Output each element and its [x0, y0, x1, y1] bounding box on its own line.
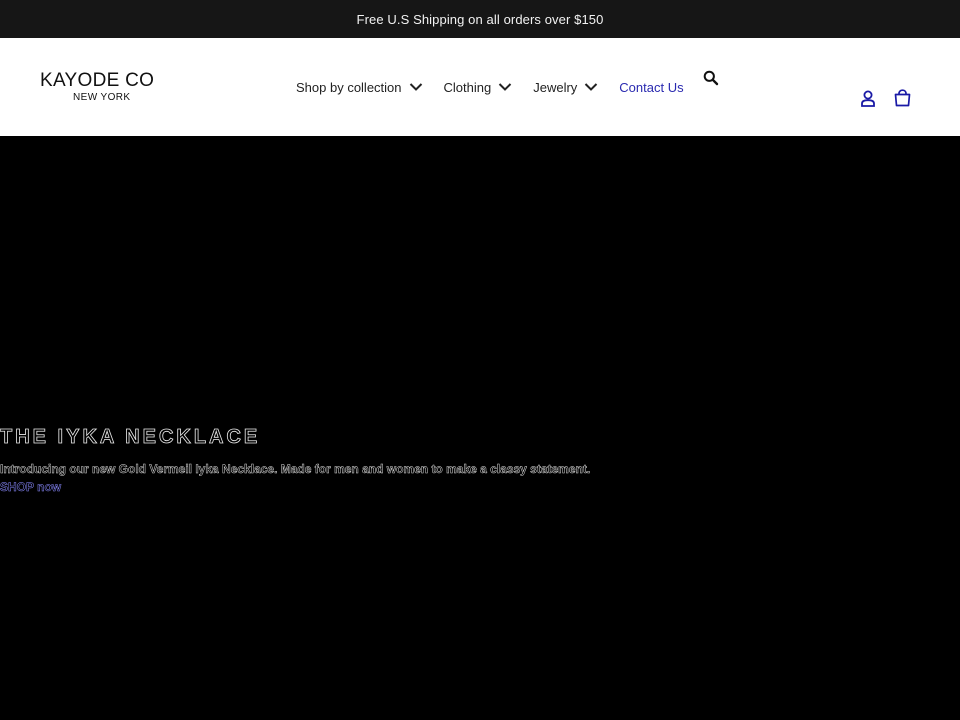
- search-button[interactable]: [703, 70, 719, 86]
- nav-item-label: Jewelry: [533, 79, 578, 95]
- announcement-bar: Free U.S Shipping on all orders over $15…: [0, 0, 960, 38]
- site-header: KAYODE CO NEW YORK Shop by collection Cl…: [0, 38, 960, 136]
- hero-title: THE IYKA NECKLACE: [0, 426, 261, 449]
- hero-banner: THE IYKA NECKLACE Introducing our new Go…: [0, 136, 960, 720]
- shop-now-link[interactable]: SHOP now: [0, 480, 61, 495]
- nav-item-label: Clothing: [443, 79, 492, 95]
- main-nav: Shop by collection Clothing Jewelry Cont…: [296, 78, 684, 96]
- nav-item-jewelry[interactable]: Jewelry: [533, 80, 598, 95]
- site-logo[interactable]: KAYODE CO NEW YORK: [40, 71, 154, 104]
- account-icon: [861, 90, 875, 107]
- chevron-down-icon: [585, 83, 598, 91]
- logo-sub-text: NEW YORK: [73, 92, 131, 103]
- nav-item-shop-by-collection[interactable]: Shop by collection: [296, 80, 423, 95]
- chevron-down-icon: [409, 83, 422, 91]
- cart-button[interactable]: [894, 89, 911, 107]
- logo-main-text: KAYODE CO: [40, 70, 155, 91]
- nav-item-contact-us[interactable]: Contact Us: [619, 80, 683, 95]
- chevron-down-icon: [499, 83, 512, 91]
- cart-icon: [894, 89, 911, 107]
- search-icon: [703, 70, 719, 86]
- nav-item-label: Contact Us: [619, 79, 684, 95]
- account-button[interactable]: [860, 90, 876, 107]
- announcement-text: Free U.S Shipping on all orders over $15…: [356, 11, 604, 27]
- nav-item-label: Shop by collection: [296, 79, 402, 95]
- hero-description: Introducing our new Gold Vermeil Iyka Ne…: [0, 462, 591, 477]
- nav-item-clothing[interactable]: Clothing: [444, 80, 513, 95]
